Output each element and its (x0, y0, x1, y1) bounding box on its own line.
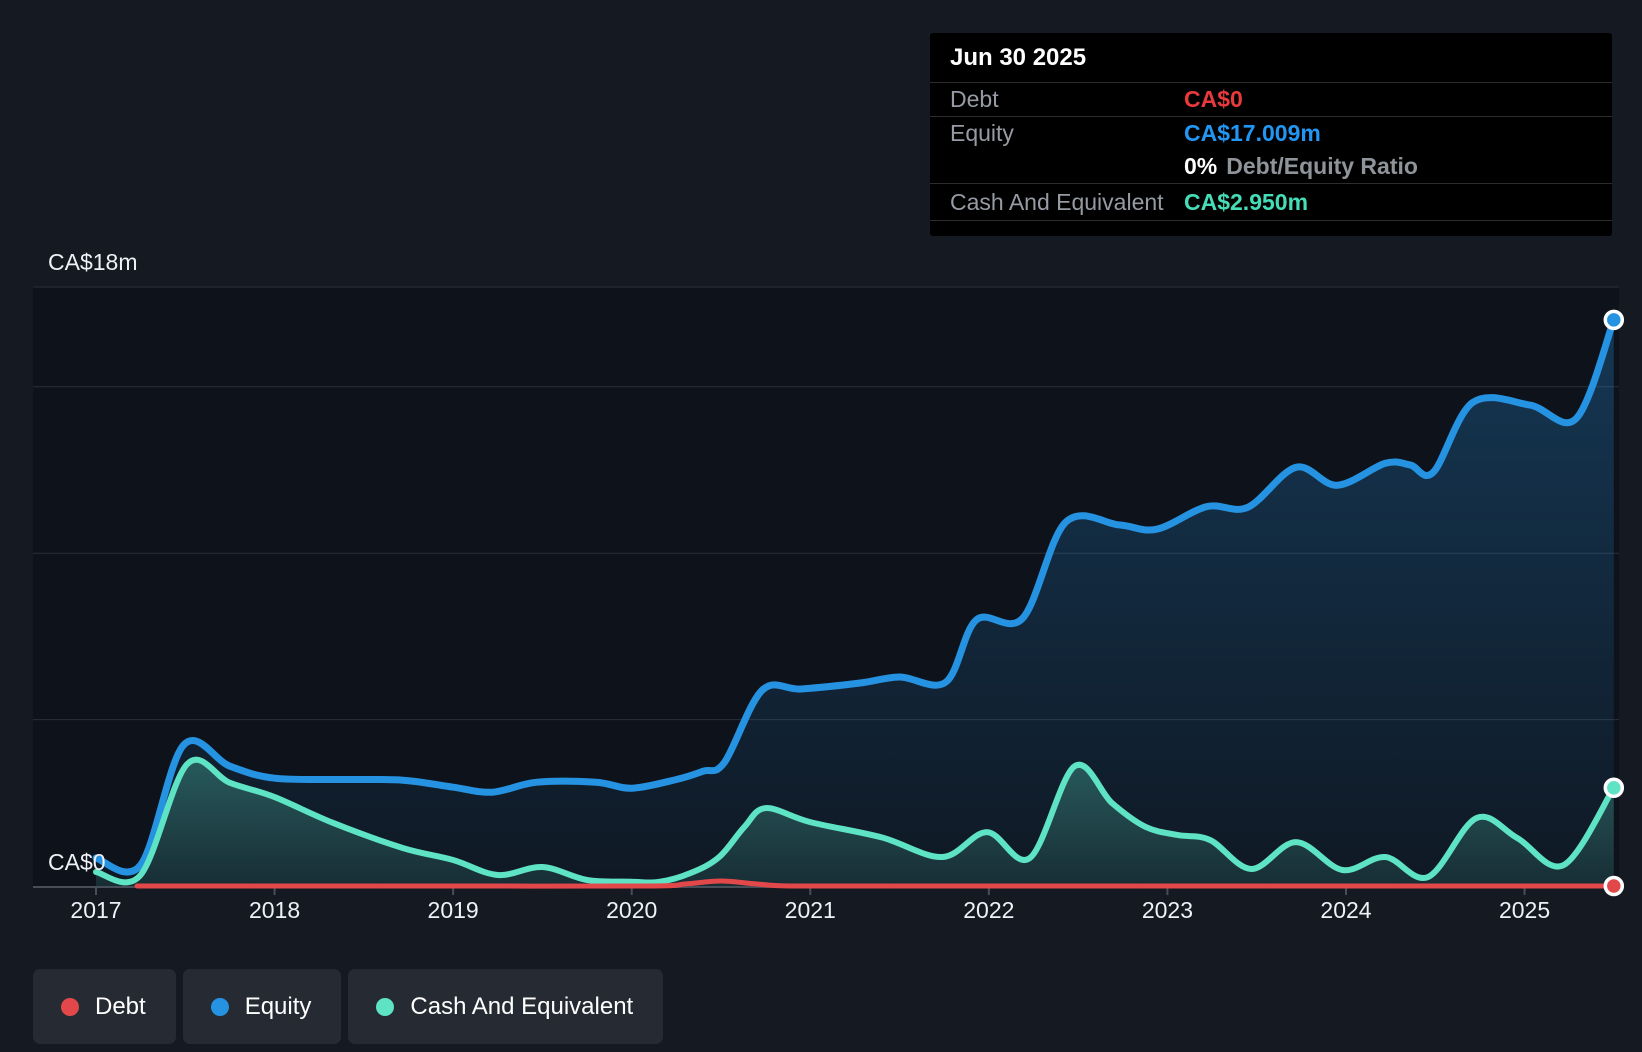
tooltip-row-debt: Debt CA$0 (930, 83, 1612, 117)
tooltip-debt-value: CA$0 (1184, 86, 1243, 112)
tooltip-cash-value: CA$2.950m (1184, 188, 1309, 215)
tooltip-ratio-label: Debt/Equity Ratio (1226, 153, 1418, 179)
cash-end-marker (1603, 777, 1625, 799)
legend-item-cash[interactable]: Cash And Equivalent (348, 969, 664, 1044)
legend-debt-label: Debt (95, 992, 146, 1020)
x-axis-label-2023: 2023 (1141, 897, 1193, 923)
x-axis-label-2019: 2019 (427, 897, 479, 923)
x-axis-label-2018: 2018 (248, 897, 301, 923)
tooltip-row-ratio: 0% Debt/Equity Ratio (930, 150, 1612, 184)
debt-end-marker (1603, 875, 1625, 897)
tooltip-row-cash: Cash And Equivalent CA$2.950m (930, 184, 1612, 221)
balance-sheet-chart-page: CA$18m CA$0 2017 2018 2019 2020 2021 2022 2023… (0, 0, 1642, 1052)
legend-item-debt[interactable]: Debt (33, 969, 176, 1044)
tooltip-row-equity: Equity CA$17.009m (930, 117, 1612, 150)
y-axis-label-zero: CA$0 (48, 849, 106, 875)
cash-dot-icon (376, 997, 395, 1016)
tooltip-cash-label: Cash And Equivalent (950, 188, 1164, 215)
chart-tooltip: Jun 30 2025 Debt CA$0 Equity CA$17.009m … (930, 33, 1612, 236)
x-axis-label-2024: 2024 (1320, 897, 1372, 923)
x-axis-label-2021: 2021 (784, 897, 836, 923)
chart-legend: Debt Equity Cash And Equivalent (33, 969, 664, 1044)
tooltip-equity-value: CA$17.009m (1184, 120, 1321, 146)
tooltip-date: Jun 30 2025 (930, 33, 1612, 83)
legend-cash-label: Cash And Equivalent (410, 992, 634, 1020)
x-axis-label-2020: 2020 (606, 897, 658, 923)
equity-dot-icon (210, 997, 229, 1016)
x-axis-label-2017: 2017 (70, 897, 122, 923)
x-axis-label-2025: 2025 (1498, 897, 1551, 923)
legend-equity-label: Equity (244, 992, 312, 1020)
debt-dot-icon (61, 997, 79, 1016)
tooltip-debt-label: Debt (950, 86, 999, 112)
tooltip-ratio: 0% Debt/Equity Ratio (1184, 153, 1418, 180)
tooltip-ratio-value: 0% (1184, 153, 1218, 179)
x-axis-label-2022: 2022 (963, 897, 1015, 923)
legend-item-equity[interactable]: Equity (182, 969, 342, 1044)
y-axis-label-top: CA$18m (48, 249, 138, 275)
tooltip-equity-label: Equity (950, 120, 1014, 146)
equity-end-marker (1603, 309, 1625, 331)
